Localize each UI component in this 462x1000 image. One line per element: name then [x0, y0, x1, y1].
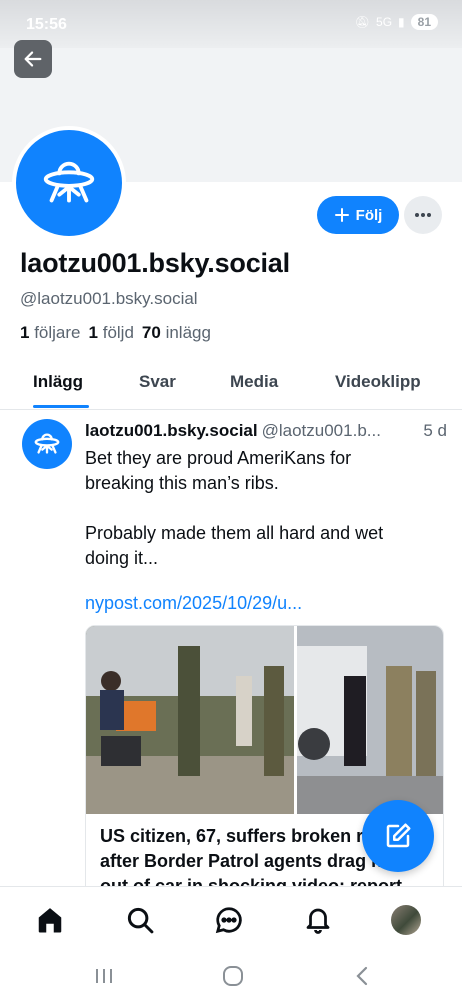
plus-icon [334, 208, 349, 222]
search-icon [127, 907, 154, 934]
post-header: laotzu001.bsky.social @laotzu001.b... 5 d [85, 421, 447, 441]
chat-icon [215, 907, 242, 934]
post-timestamp: 5 d [419, 421, 447, 441]
recent-apps-button[interactable] [90, 962, 118, 990]
compose-icon [386, 823, 411, 848]
ufo-logo-icon [34, 433, 60, 454]
back-button[interactable] [14, 40, 52, 78]
profile-tabs: Inlägg Svar Media Videoklipp [0, 358, 462, 410]
post-author-name[interactable]: laotzu001.bsky.social [85, 421, 258, 440]
profile-stats: 1 följare 1 följd 70 inlägg [20, 323, 211, 343]
link-preview-image [86, 626, 443, 814]
bell-icon [306, 908, 330, 934]
post-author-avatar[interactable] [22, 419, 72, 469]
nav-search[interactable] [123, 903, 157, 937]
status-icons: 🔕︎ 5G ▮ 81 [355, 14, 438, 30]
ellipsis-icon [415, 213, 431, 217]
ufo-logo-icon [43, 161, 95, 203]
chevron-left-icon [356, 966, 368, 986]
status-bar: 15:56 🔕︎ 5G ▮ 81 [0, 0, 462, 48]
post-author-handle[interactable]: @laotzu001.b... [262, 421, 381, 440]
nav-notifications[interactable] [301, 903, 335, 937]
tab-posts[interactable]: Inlägg [33, 372, 83, 392]
more-options-button[interactable] [404, 196, 442, 234]
compose-button[interactable] [362, 800, 434, 872]
tab-media[interactable]: Media [230, 372, 278, 392]
system-navigation-bar [0, 952, 462, 1000]
home-circle-icon [223, 966, 243, 986]
network-label: 5G [376, 15, 393, 29]
profile-avatar[interactable] [12, 126, 126, 240]
battery-level: 81 [410, 14, 438, 30]
status-time: 15:56 [26, 16, 67, 33]
signal-icon: ▮ [398, 15, 405, 29]
post-text: Bet they are proud AmeriKans for breakin… [85, 446, 435, 571]
posts-stat: 70 inlägg [141, 323, 211, 342]
nav-home[interactable] [33, 903, 67, 937]
post-text-line: Probably made them all hard and wet [85, 523, 384, 543]
tab-videos[interactable]: Videoklipp [335, 372, 421, 392]
recent-apps-icon [96, 969, 112, 983]
home-icon [38, 908, 62, 933]
arrow-left-icon [24, 51, 42, 67]
tab-replies[interactable]: Svar [139, 372, 176, 392]
post-text-line: Bet they are proud AmeriKans for [85, 448, 352, 468]
avatar [391, 905, 421, 935]
follow-label: Följ [355, 206, 383, 224]
active-tab-indicator [33, 405, 89, 408]
post-text-line: breaking this man’s ribs. [85, 473, 279, 493]
home-button[interactable] [219, 962, 247, 990]
nav-chat[interactable] [212, 903, 246, 937]
follow-button[interactable]: Följ [317, 196, 399, 234]
followers-stat[interactable]: 1 följare [20, 323, 81, 343]
mute-icon: 🔕︎ [354, 15, 371, 29]
system-back-button[interactable] [348, 962, 376, 990]
post-link[interactable]: nypost.com/2025/10/29/u... [85, 593, 302, 614]
profile-handle: @laotzu001.bsky.social [20, 289, 198, 308]
post-text-line: doing it... [85, 548, 159, 568]
following-stat[interactable]: 1 följd [89, 323, 134, 343]
profile-display-name: laotzu001.bsky.social [20, 248, 290, 278]
bottom-navigation [0, 886, 462, 952]
nav-profile[interactable] [389, 903, 423, 937]
